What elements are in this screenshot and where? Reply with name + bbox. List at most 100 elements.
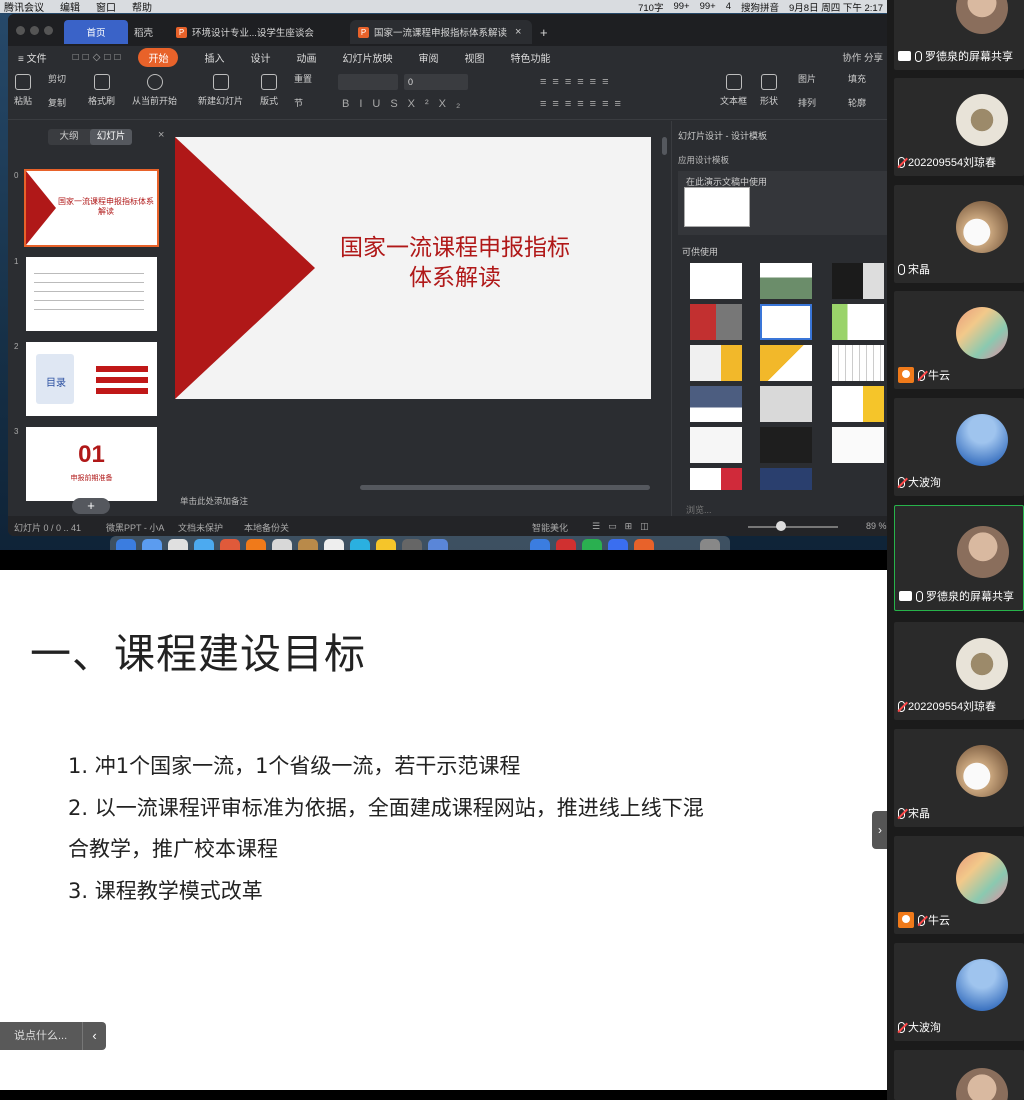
participant-tile[interactable]: 宋晶: [894, 185, 1024, 283]
view-mode-icons[interactable]: ☰▭⊞◫: [592, 521, 657, 532]
menu-design[interactable]: 设计: [250, 50, 270, 65]
paragraph-tools[interactable]: ≡≡≡≡≡≡: [540, 76, 615, 88]
tab-doc1[interactable]: P 环境设计专业...设学生座谈会: [168, 20, 348, 44]
from-current-button[interactable]: 从当前开始: [132, 74, 177, 107]
font-size-select[interactable]: 0: [404, 74, 468, 90]
minimize-dot-icon[interactable]: [30, 26, 39, 35]
menu-start[interactable]: 开始: [138, 47, 179, 67]
format-painter-button[interactable]: 格式刷: [88, 74, 115, 107]
zoom-level[interactable]: 89 %: [866, 521, 887, 531]
participant-tile[interactable]: 牛云: [894, 291, 1024, 389]
template-thumb[interactable]: [760, 468, 812, 490]
participant-tile[interactable]: 大波洵: [894, 398, 1024, 496]
outline-button[interactable]: 轮廓: [848, 96, 866, 109]
doc-protect[interactable]: 文档未保护: [178, 521, 223, 534]
template-thumb[interactable]: [760, 386, 812, 422]
pane-header[interactable]: 幻灯片设计 - 设计模板: [678, 129, 767, 142]
chevron-right-icon[interactable]: ›: [872, 811, 888, 849]
browse-templates[interactable]: 浏览...: [686, 503, 712, 516]
participant-tile[interactable]: 罗德泉的屏幕共享: [894, 0, 1024, 70]
menu-view[interactable]: 视图: [464, 50, 484, 65]
vertical-scrollbar[interactable]: [662, 137, 667, 155]
template-thumb[interactable]: [690, 468, 742, 490]
applied-label: 应用设计模板: [678, 155, 730, 165]
current-template[interactable]: [684, 187, 750, 227]
template-thumb[interactable]: [690, 386, 742, 422]
textbox-button[interactable]: 文本框: [720, 74, 747, 107]
fill-button[interactable]: 填充: [848, 72, 866, 85]
participant-tile[interactable]: [894, 1050, 1024, 1100]
new-tab-icon[interactable]: +: [532, 20, 552, 44]
zoom-knob[interactable]: [776, 521, 786, 531]
picture-button[interactable]: 图片: [798, 72, 816, 85]
smart-beautify[interactable]: 智能美化: [532, 521, 568, 534]
template-thumb[interactable]: [760, 345, 812, 381]
menu-review[interactable]: 审阅: [418, 50, 438, 65]
input-method[interactable]: 搜狗拼音: [741, 0, 779, 14]
menu-app[interactable]: 腾讯会议: [4, 0, 44, 13]
add-slide-button[interactable]: +: [72, 498, 110, 514]
template-thumb[interactable]: [832, 427, 884, 463]
horizontal-scrollbar[interactable]: [360, 485, 650, 490]
participant-tile[interactable]: 宋晶: [894, 729, 1024, 827]
template-thumb[interactable]: [760, 427, 812, 463]
participant-tile[interactable]: 202209554刘琼春: [894, 622, 1024, 720]
collab-share[interactable]: 协作 分享: [842, 50, 883, 64]
tab-daoke[interactable]: 稻壳: [126, 20, 172, 44]
slide-thumb-1[interactable]: [26, 257, 157, 331]
participant-tile[interactable]: 牛云: [894, 836, 1024, 934]
text-format-tools[interactable]: BIUSX²X₂: [342, 98, 470, 110]
tab-outline[interactable]: 大纲: [48, 129, 90, 145]
zoom-slider[interactable]: [748, 526, 838, 528]
slide-thumb-3[interactable]: 01 申报前期准备: [26, 427, 157, 501]
current-slide[interactable]: 国家一流课程申报指标 体系解读: [175, 137, 651, 399]
section-button[interactable]: 节: [294, 96, 303, 109]
tab-home[interactable]: 首页: [64, 20, 128, 44]
zoom-dot-icon[interactable]: [44, 26, 53, 35]
template-thumb[interactable]: [690, 263, 742, 299]
paste-button[interactable]: 粘贴: [14, 74, 32, 107]
notes-area[interactable]: 单击此处添加备注: [180, 495, 248, 507]
template-thumb[interactable]: [690, 304, 742, 340]
template-thumb[interactable]: [832, 345, 884, 381]
menu-special[interactable]: 特色功能: [510, 50, 550, 65]
tab-doc2[interactable]: P 国家一流课程申报指标体系解读 ×: [350, 20, 532, 44]
template-thumb[interactable]: [832, 304, 884, 340]
participant-tile-active[interactable]: 罗德泉的屏幕共享: [894, 505, 1024, 611]
template-thumb[interactable]: [832, 386, 884, 422]
slide-title[interactable]: 国家一流课程申报指标 体系解读: [305, 233, 605, 293]
template-thumb[interactable]: [690, 427, 742, 463]
backup-status[interactable]: 本地备份关: [244, 521, 289, 534]
layout-button[interactable]: 版式: [260, 74, 278, 107]
menu-window[interactable]: 窗口: [96, 0, 116, 13]
shape-button[interactable]: 形状: [760, 74, 778, 107]
menu-help[interactable]: 帮助: [132, 0, 152, 13]
slide-thumb-2[interactable]: 目录: [26, 342, 157, 416]
menu-edit[interactable]: 编辑: [60, 0, 80, 13]
new-slide-button[interactable]: 新建幻灯片: [198, 74, 243, 107]
menu-animation[interactable]: 动画: [296, 50, 316, 65]
chat-input[interactable]: 说点什么... ‹: [0, 1022, 106, 1050]
cut-button[interactable]: 剪切: [48, 72, 66, 85]
close-tab-icon[interactable]: ×: [515, 26, 521, 38]
template-thumb[interactable]: [832, 263, 884, 299]
reset-button[interactable]: 重置: [294, 72, 312, 85]
menu-slideshow[interactable]: 幻灯片放映: [342, 50, 392, 65]
font-family-select[interactable]: [338, 74, 398, 90]
close-dot-icon[interactable]: [16, 26, 25, 35]
template-thumb[interactable]: [760, 304, 812, 340]
tab-slides[interactable]: 幻灯片: [90, 129, 132, 145]
template-thumb[interactable]: [690, 345, 742, 381]
quick-access-icons[interactable]: □□◇□□: [73, 52, 125, 63]
template-thumb[interactable]: [760, 263, 812, 299]
align-tools[interactable]: ≡≡≡≡≡≡≡: [540, 98, 627, 110]
menu-file[interactable]: ≡ 文件: [18, 50, 47, 65]
participant-tile[interactable]: 202209554刘琼春: [894, 78, 1024, 176]
chevron-left-icon[interactable]: ‹: [82, 1022, 106, 1050]
arrange-button[interactable]: 排列: [798, 96, 816, 109]
participant-tile[interactable]: 大波洵: [894, 943, 1024, 1041]
menu-insert[interactable]: 插入: [204, 50, 224, 65]
slide-thumb-0[interactable]: 国家一流课程申报指标体系解读: [24, 169, 159, 247]
copy-button[interactable]: 复制: [48, 96, 66, 109]
close-pane-icon[interactable]: ×: [158, 129, 164, 141]
